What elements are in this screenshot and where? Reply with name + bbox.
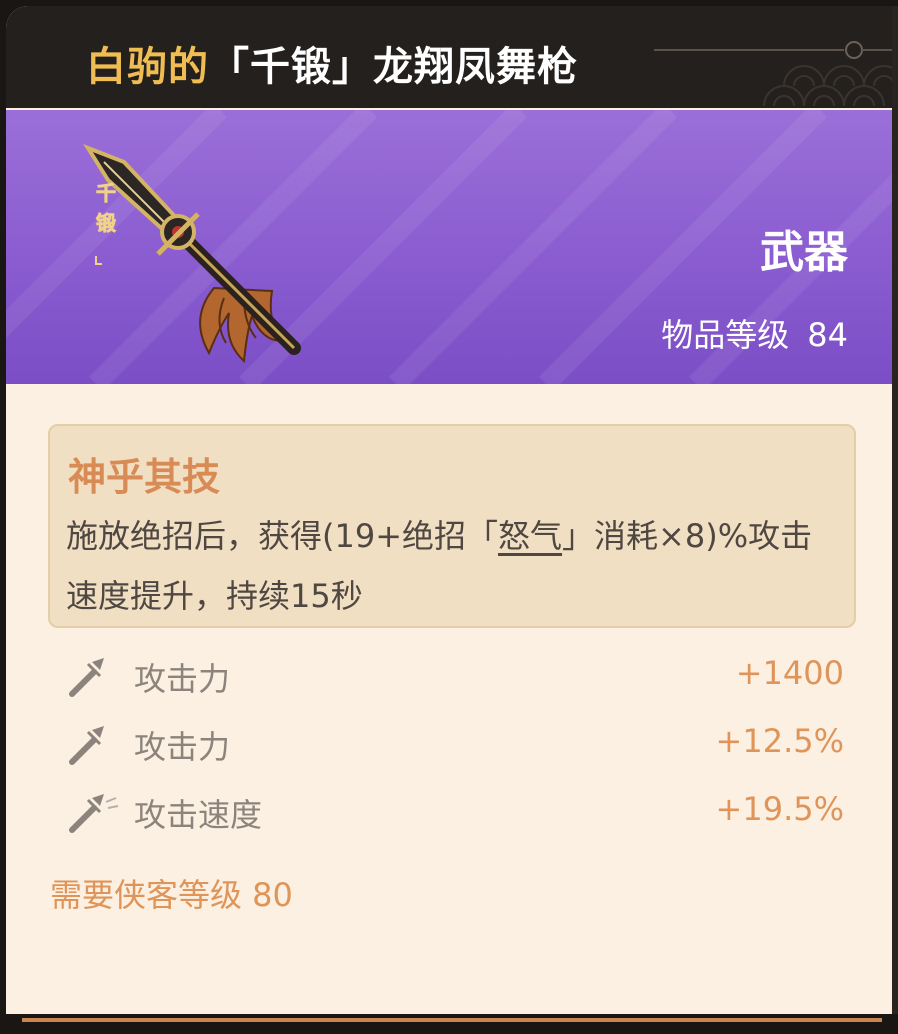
rarity-banner: 千 锻 武器 物品等级 84: [6, 110, 898, 384]
stat-value: +19.5%: [715, 790, 844, 828]
item-owner-name: 白驹的: [86, 44, 209, 90]
card-right-edge: [892, 6, 898, 1014]
item-type: 武器: [760, 227, 848, 278]
item-level: 物品等级 84: [661, 310, 848, 356]
level-requirement: 需要侠客等级 80: [50, 876, 293, 914]
skill-keyword-link[interactable]: 怒气: [498, 517, 562, 555]
stat-value: +1400: [735, 654, 844, 692]
stat-label: 攻击力: [134, 728, 231, 766]
fast-spear-icon: [69, 794, 119, 833]
skill-desc-part1: 施放绝招后，获得(19+绝招「: [66, 517, 499, 555]
stat-row: 攻击速度 +19.5%: [64, 786, 844, 836]
skill-panel: 神乎其技 施放绝招后，获得(19+绝招「怒气」消耗×8)%攻击速度提升，持续15…: [48, 424, 856, 628]
art-glyph-duan: 锻: [96, 211, 116, 235]
art-glyph-qian: 千: [96, 181, 116, 205]
cloud-pattern-decoration: [654, 41, 898, 107]
stat-label: 攻击力: [134, 660, 231, 698]
stat-row: 攻击力 +12.5%: [64, 718, 844, 768]
stat-label: 攻击速度: [134, 796, 263, 834]
stat-value: +12.5%: [715, 722, 844, 760]
bottom-accent-line: [22, 1018, 882, 1022]
item-tooltip-card: 白驹的「千锻」龙翔凤舞枪 千 锻 武器 物品等级 84 神乎其技 施放绝招后，获…: [6, 6, 898, 1014]
stat-row: 攻击力 +1400: [64, 650, 844, 700]
item-title: 白驹的「千锻」龙翔凤舞枪: [86, 34, 578, 92]
bottom-frame: [0, 1014, 898, 1034]
title-bar: 白驹的「千锻」龙翔凤舞枪: [6, 6, 898, 108]
spear-icon: [69, 726, 104, 765]
spear-icon: [69, 658, 104, 697]
item-level-value: 84: [807, 316, 848, 354]
spear-weapon-icon: 千 锻: [83, 143, 301, 364]
skill-description: 施放绝招后，获得(19+绝招「怒气」消耗×8)%攻击速度提升，持续15秒: [66, 506, 826, 626]
item-level-label: 物品等级: [661, 316, 790, 354]
skill-name: 神乎其技: [68, 455, 221, 499]
item-name: 「千锻」龙翔凤舞枪: [209, 44, 578, 90]
